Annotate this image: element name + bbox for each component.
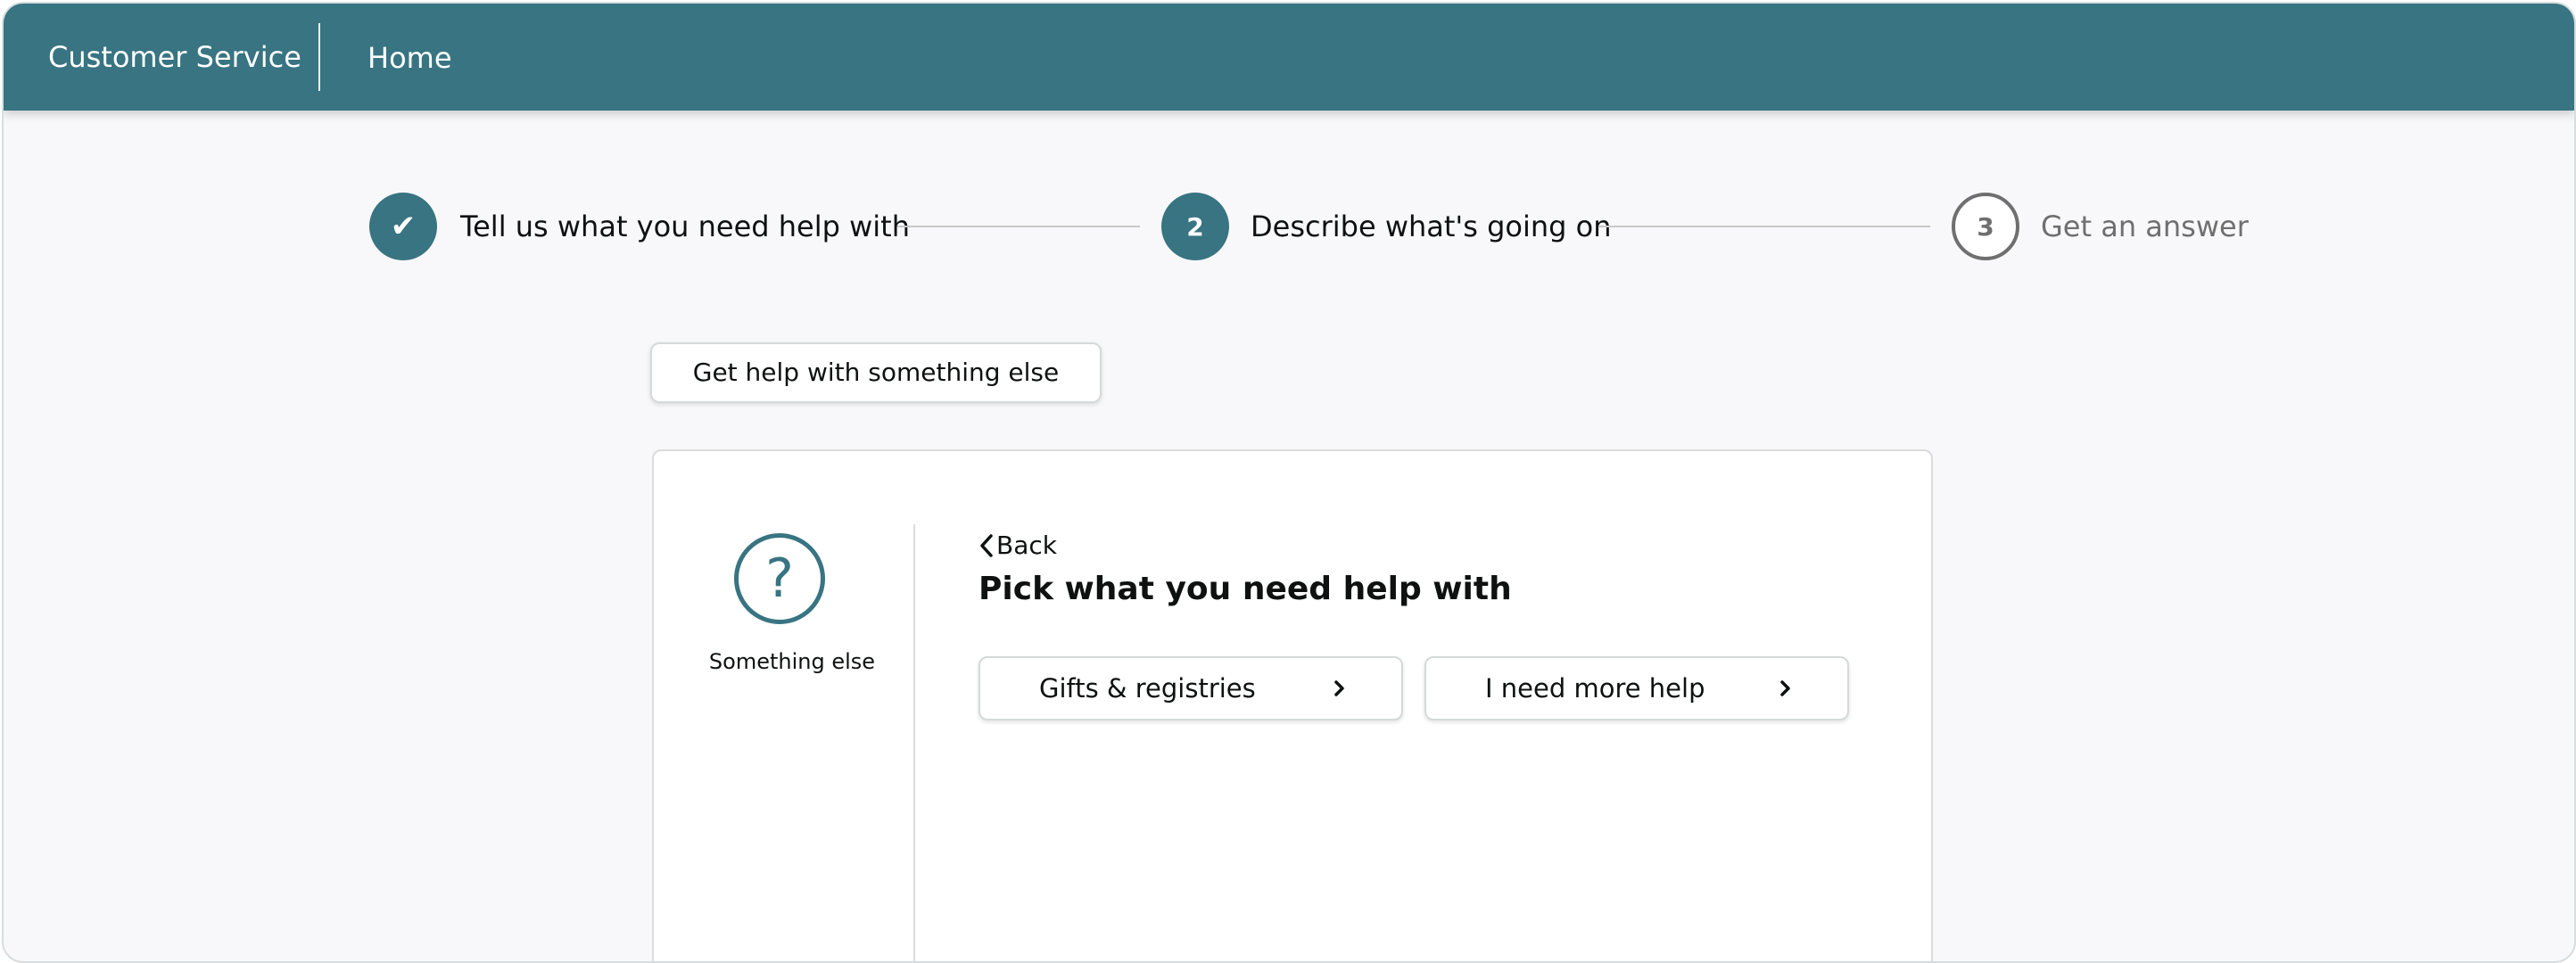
step-3-number: 3: [1952, 193, 2019, 260]
step-1-label: Tell us what you need help with: [460, 210, 910, 243]
help-topic-card: ? Something else Back Pick what you need…: [652, 449, 1933, 961]
option-need-more-help-button[interactable]: I need more help: [1424, 656, 1849, 720]
card-title: Pick what you need help with: [978, 571, 1512, 607]
step-connector: [1598, 226, 1930, 227]
chevron-right-icon: [1334, 680, 1344, 696]
nav-divider: [318, 23, 320, 91]
customer-service-title[interactable]: Customer Service: [48, 4, 301, 111]
option-gifts-registries-button[interactable]: Gifts & registries: [978, 656, 1403, 720]
home-link[interactable]: Home: [367, 4, 452, 111]
chevron-left-icon: [980, 534, 993, 557]
option-label: Gifts & registries: [1039, 673, 1256, 704]
top-nav-bar: Customer Service Home: [4, 4, 2574, 111]
step-connector: [897, 226, 1140, 227]
topic-label: Something else: [708, 649, 876, 674]
question-mark-icon: ?: [734, 533, 825, 624]
browser-frame: Customer Service Home ✔ Tell us what you…: [2, 2, 2576, 963]
back-link[interactable]: Back: [978, 528, 1057, 564]
chevron-right-icon: [1780, 680, 1790, 696]
step-2-label: Describe what's going on: [1251, 210, 1612, 243]
card-divider: [913, 524, 915, 961]
get-help-something-else-button[interactable]: Get help with something else: [650, 342, 1102, 403]
step-1-check-icon: ✔: [369, 193, 437, 260]
step-2-number: 2: [1161, 193, 1229, 260]
step-3-label: Get an answer: [2041, 210, 2249, 243]
back-label: Back: [996, 531, 1057, 560]
option-label: I need more help: [1485, 673, 1705, 704]
